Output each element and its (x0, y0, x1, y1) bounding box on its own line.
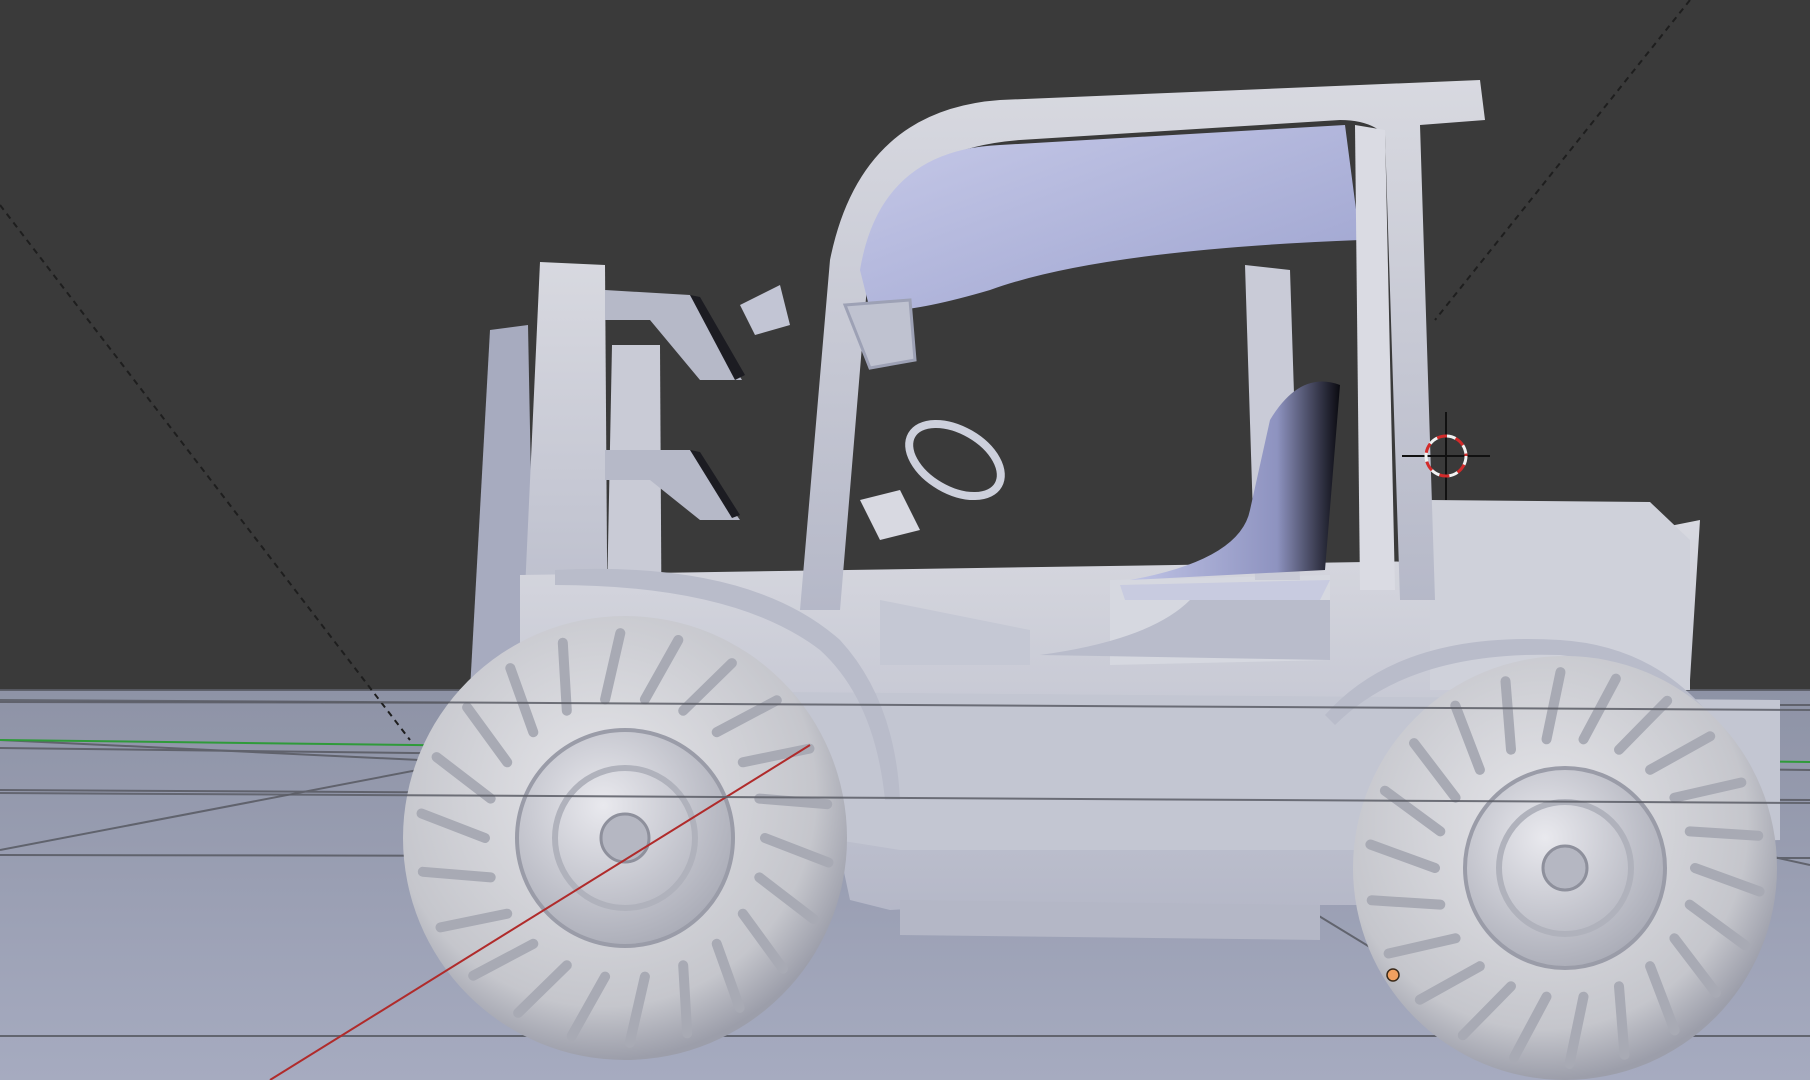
tire-tread-lug (1366, 895, 1446, 910)
3d-viewport[interactable] (0, 0, 1810, 1080)
rear-wheel (1353, 656, 1777, 1080)
tire-tread-lug (1500, 676, 1516, 755)
tire-tread-lug (754, 793, 833, 810)
tire-tread-lug (417, 866, 496, 883)
object-origin-dot[interactable] (1386, 968, 1400, 982)
tire-tread-lug (557, 637, 572, 716)
tire-tread-lug (678, 960, 693, 1039)
front-wheel (403, 616, 847, 1060)
tire-tread-lug (1684, 826, 1764, 841)
viewport-canvas[interactable] (0, 0, 1810, 1080)
tire-tread-lug (1614, 981, 1630, 1060)
